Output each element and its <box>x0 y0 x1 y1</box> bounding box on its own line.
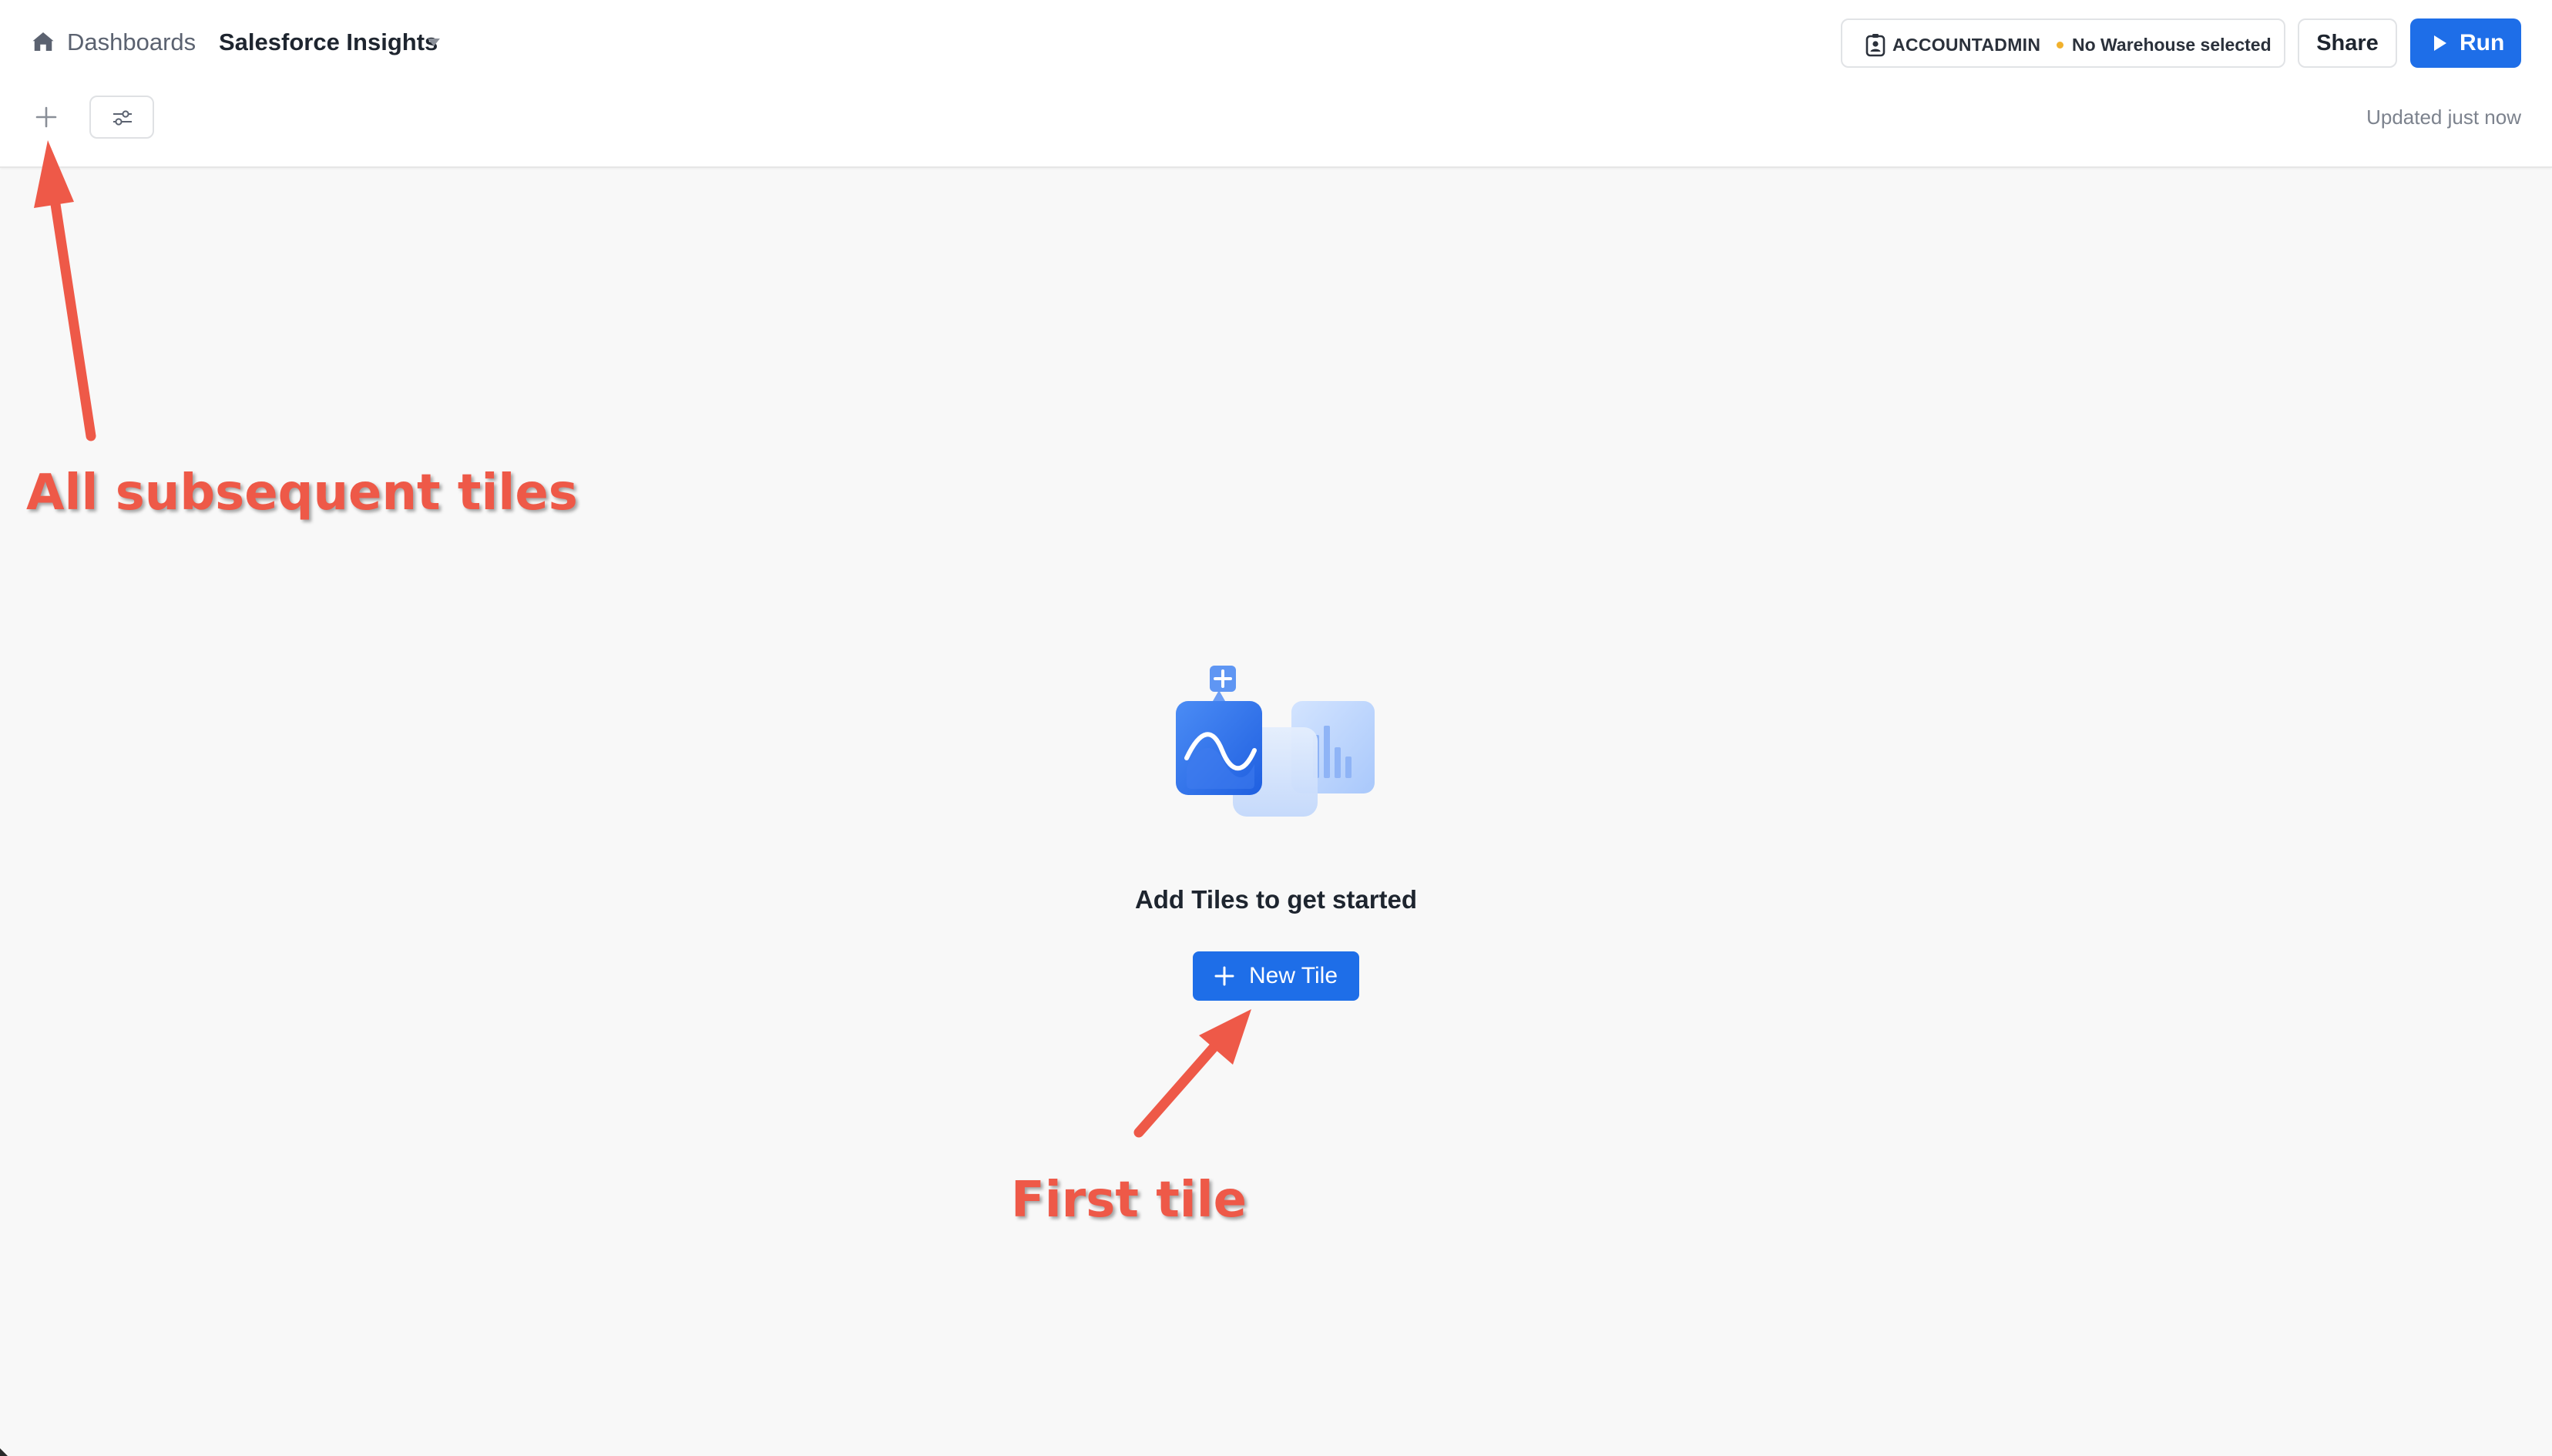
window-corner <box>0 1448 8 1456</box>
filter-button[interactable] <box>89 96 154 139</box>
role-name: ACCOUNTADMIN <box>1892 35 2041 55</box>
run-button-label: Run <box>2460 30 2505 55</box>
user-badge-icon <box>1865 34 1885 57</box>
dashboard-title[interactable]: Salesforce Insights <box>219 26 438 59</box>
warehouse-status-dot <box>2057 42 2063 49</box>
warehouse-status: No Warehouse selected <box>2072 35 2272 55</box>
play-icon <box>2434 35 2446 51</box>
breadcrumb-dashboards[interactable]: Dashboards <box>67 26 196 59</box>
plus-icon <box>1214 966 1234 986</box>
plus-icon[interactable] <box>34 105 59 129</box>
home-icon[interactable] <box>29 28 57 55</box>
role-warehouse-selector[interactable]: ACCOUNTADMIN No Warehouse selected <box>1841 18 2285 68</box>
new-tile-button[interactable]: New Tile <box>1193 951 1359 1001</box>
annotation-subsequent-tiles: All subsequent tiles <box>26 465 578 522</box>
annotation-arrow-subsequent <box>34 140 96 441</box>
annotation-arrow-first <box>1133 1009 1251 1138</box>
dashboard-header: Dashboards Salesforce Insights ACCOUNTAD… <box>0 0 2552 168</box>
annotation-first-tile: First tile <box>1011 1172 1247 1229</box>
dashboard-page: Dashboards Salesforce Insights ACCOUNTAD… <box>0 0 2552 1456</box>
new-tile-label: New Tile <box>1249 963 1338 988</box>
updated-timestamp: Updated just now <box>2366 106 2521 129</box>
run-button[interactable]: Run <box>2410 18 2521 68</box>
share-button[interactable]: Share <box>2298 18 2397 68</box>
empty-state-title: Add Tiles to get started <box>1134 885 1418 914</box>
filter-sliders-icon <box>113 110 132 126</box>
chevron-down-icon[interactable] <box>426 37 442 48</box>
tiles-illustration <box>1176 666 1375 817</box>
